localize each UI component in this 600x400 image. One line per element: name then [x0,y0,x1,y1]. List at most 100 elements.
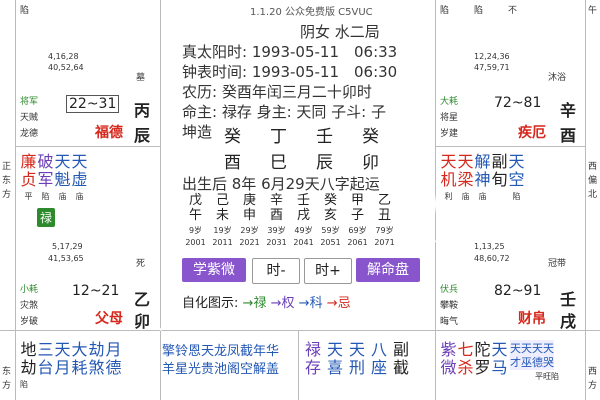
lm-stem: 乙 [134,290,151,309]
lm-star-2: 破 [37,152,54,171]
rm-star2-5: 空 [508,170,525,189]
hour-minus-button[interactable]: 时- [252,258,300,284]
br-star2-3: 罗 [474,358,491,377]
rm-palace-type[interactable]: 财帛 [518,308,546,328]
rm-star-4: 副 [491,152,508,171]
rm-age-range[interactable]: 82~91 [494,283,541,299]
ru-age-range[interactable]: 72~81 [494,95,541,111]
rm-star-1: 天 [440,152,457,171]
right-edge-2: 偏 [588,176,598,186]
luck-branch-2: 未 [215,208,229,223]
bl-star-4: 大 [71,340,88,359]
lm-star2-4: 虚 [71,170,88,189]
lm-star2-1: 贞 [20,170,37,189]
luck-stem-1: 戊 [188,193,202,208]
br-star-2: 七 [457,340,474,359]
center-pillars-top: 癸丁壬癸 [224,122,408,147]
lu-tag: 墓 [136,73,146,83]
lu-branch: 辰 [134,126,151,145]
lu-god3: 龙德 [20,129,39,139]
luck-age-5: 49岁 [294,226,313,235]
luck-branch-3: 申 [242,208,256,223]
rm-nums-1: 1,13,25 [474,242,505,251]
rm-stars-2: 机梁神旬空 [440,170,525,189]
lu-palace-type[interactable]: 福德 [95,122,123,142]
bl-star-2: 三 [37,340,54,359]
grid-line-v3 [298,330,299,400]
br-extra-3: 平旺陷 [535,372,559,381]
legend-label: 自化图示: [182,296,239,311]
br-extra-2: 才巫德哭 [510,354,554,370]
ru-nums-1: 12,24,36 [474,52,510,61]
right-edge-3: 北 [588,190,598,200]
luck-year-2: 2011 [212,238,233,247]
right-bottom-edge-1: 西 [588,367,598,377]
legend-ke: 科 [309,296,323,311]
luck-ages: 9岁 19岁 29岁 39岁 49岁 59岁 69岁 79岁 [182,226,398,235]
lm-nums-2: 41,53,65 [48,254,84,263]
top-left-brightness: 陷 [20,6,30,16]
interpret-chart-button[interactable]: 解命盘 [356,258,420,282]
rm-bright-1: 利 [444,192,453,201]
center-solar-time: 真太阳时: 1993-05-11 06:33 [182,43,398,61]
luck-branch-7: 子 [350,208,364,223]
legend-lu-arrow: →禄 [242,296,267,311]
br-star2-4: 马 [491,358,508,377]
rm-star2-2: 梁 [457,170,474,189]
bc-star-2: 天 [326,340,343,359]
top-right-brightness-1: 陷 [440,6,450,16]
right-bottom-edge: 西 方 [588,365,597,393]
legend-ji: 忌 [337,296,351,311]
br-stars-2: 微杀罗马 [440,358,508,377]
pillar-hour-stem: 癸 [362,127,379,147]
luck-year-4: 2031 [266,238,287,247]
br-star-3: 陀 [474,340,491,359]
learn-ziwei-button[interactable]: 学紫微 [182,258,246,282]
luck-branch-5: 戌 [296,208,310,223]
rm-branch: 戌 [560,312,577,331]
lm-stars: 廉破天天 [20,152,88,171]
grid-line-h1 [15,146,160,147]
left-edge-direction: 正 东 方 [2,160,11,202]
luck-branch-1: 午 [188,208,202,223]
ru-god1: 大耗 [440,97,459,107]
luck-stems: 戊己庚辛壬癸甲乙 [182,194,398,208]
grid-line-left-edge [15,0,16,400]
legend-quan: 权 [281,296,295,311]
luck-age-7: 69岁 [348,226,367,235]
watermark: 1.1.20 公众免费版 C5VUC [250,7,373,18]
lu-age-range[interactable]: 22~31 [66,95,120,113]
pillar-hour-branch: 卯 [362,153,379,173]
center-luck-start: 出生后 8年 6月29天八字起运 [182,175,380,193]
luck-year-8: 2071 [374,238,395,247]
center-kun-zao: 坤造 [182,123,213,141]
rm-god3: 晦气 [440,317,459,327]
rm-stars: 天天解副天 [440,152,525,171]
luck-age-6: 59岁 [321,226,340,235]
ru-branch: 酉 [560,126,577,145]
rm-stem: 壬 [560,290,577,309]
br-star-1: 紫 [440,340,457,359]
ru-palace-type[interactable]: 疾厄 [518,122,546,142]
lm-star-4: 天 [71,152,88,171]
bl-star2-5: 煞 [88,358,105,377]
rm-star2-4: 旬 [491,170,508,189]
center-gender-bureau: 阴女 水二局 [300,23,380,41]
bl-star-1: 地 [20,340,37,359]
ru-tag: 沐浴 [548,73,567,83]
right-edge-1: 西 [588,162,598,172]
luck-stem-7: 甲 [350,193,364,208]
lm-lu-badge: 禄 [37,208,56,227]
lm-star-3: 天 [54,152,71,171]
lm-age-range[interactable]: 12~21 [72,283,119,299]
pillar-year-stem: 癸 [224,127,241,147]
bl-stars-2: 劫台月耗煞德 [20,358,122,377]
hour-plus-button[interactable]: 时+ [304,258,352,284]
luck-age-2: 19岁 [213,226,232,235]
lm-palace-type[interactable]: 父母 [95,308,123,328]
rm-bright-3: 庙 [478,192,487,201]
bl-stars: 地三天大劫月 [20,340,122,359]
right-bottom-edge-2: 方 [588,381,598,391]
luck-stem-5: 壬 [296,193,310,208]
lu-nums-1: 4,16,28 [48,52,79,61]
